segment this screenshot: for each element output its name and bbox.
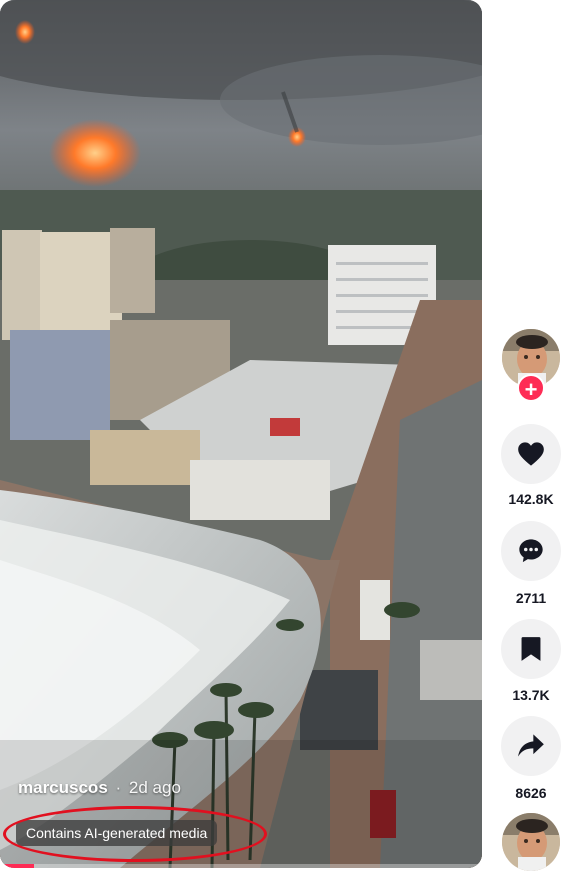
comment-icon	[519, 539, 543, 563]
share-button[interactable]	[501, 716, 561, 776]
follow-button[interactable]: +	[517, 374, 545, 402]
sound-avatar-image	[502, 813, 560, 871]
sound-avatar[interactable]	[502, 813, 560, 871]
heart-icon	[518, 442, 544, 466]
bookmark-icon	[521, 637, 541, 661]
like-count: 142.8K	[508, 491, 554, 507]
save-button[interactable]	[501, 619, 561, 679]
action-rail: + 142.8K 2711 13.7K 8626	[500, 0, 564, 872]
username[interactable]: marcuscos	[18, 778, 108, 797]
share-arrow-icon	[518, 734, 544, 757]
video-progress-fill	[0, 864, 34, 868]
comment-count: 2711	[515, 590, 547, 606]
video-progress-bar[interactable]	[0, 864, 482, 868]
share-count: 8626	[515, 785, 547, 801]
video-player[interactable]: marcuscos · 2d ago Contains AI-generated…	[0, 0, 482, 868]
comment-button[interactable]	[501, 521, 561, 581]
post-date: 2d ago	[128, 778, 181, 797]
like-button[interactable]	[501, 424, 561, 484]
save-count: 13.7K	[512, 687, 550, 703]
video-meta: marcuscos · 2d ago	[18, 778, 181, 798]
plus-icon: +	[524, 377, 538, 402]
video-frame-storm-city	[0, 0, 482, 868]
ai-generated-label[interactable]: Contains AI-generated media	[16, 820, 218, 846]
meta-separator: ·	[115, 778, 122, 797]
